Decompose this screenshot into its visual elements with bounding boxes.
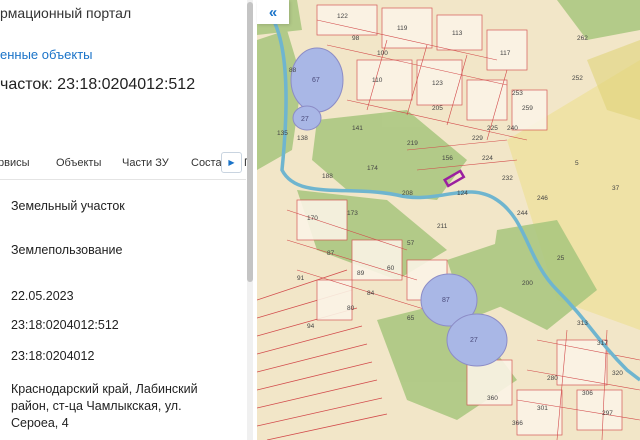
svg-text:87: 87 [442, 297, 450, 304]
svg-text:306: 306 [582, 390, 593, 397]
svg-text:25: 25 [557, 255, 565, 262]
svg-text:174: 174 [367, 165, 378, 172]
svg-text:84: 84 [367, 290, 375, 297]
tab-bar: рвисы Объекты Части ЗУ Соста П [0, 151, 252, 180]
svg-text:280: 280 [547, 375, 558, 382]
svg-text:135: 135 [277, 130, 288, 137]
collapse-panel-button[interactable]: « [257, 0, 289, 24]
svg-text:208: 208 [402, 190, 413, 197]
scrollbar-thumb[interactable] [247, 2, 253, 282]
info-panel: рмационный портал енные объекты часток: … [0, 0, 258, 440]
svg-text:89: 89 [357, 270, 365, 277]
tab-services[interactable]: рвисы [0, 157, 30, 169]
svg-text:262: 262 [577, 35, 588, 42]
svg-text:232: 232 [502, 175, 513, 182]
svg-text:205: 205 [432, 105, 443, 112]
portal-title: рмационный портал [0, 5, 132, 21]
svg-text:224: 224 [482, 155, 493, 162]
svg-text:67: 67 [312, 77, 320, 84]
svg-text:366: 366 [512, 420, 523, 427]
svg-text:188: 188 [322, 173, 333, 180]
tabs-scroll-right-button[interactable]: ▶ [221, 152, 242, 173]
tab-composition[interactable]: Соста [191, 157, 222, 169]
svg-text:240: 240 [507, 125, 518, 132]
parcel-title: часток: 23:18:0204012:512 [0, 76, 196, 93]
svg-text:124: 124 [457, 190, 468, 197]
permitted-use-value: Землепользование [11, 243, 123, 257]
svg-text:37: 37 [612, 185, 620, 192]
svg-text:98: 98 [352, 35, 360, 42]
svg-text:317: 317 [597, 340, 608, 347]
svg-text:244: 244 [517, 210, 528, 217]
svg-text:117: 117 [500, 50, 511, 57]
svg-text:170: 170 [307, 215, 318, 222]
svg-text:60: 60 [387, 265, 395, 272]
selected-objects-link[interactable]: енные объекты [0, 47, 93, 62]
svg-text:65: 65 [407, 315, 415, 322]
double-chevron-left-icon: « [268, 3, 278, 21]
svg-text:211: 211 [437, 223, 448, 230]
svg-text:313: 313 [577, 320, 588, 327]
svg-text:88: 88 [289, 67, 297, 74]
svg-text:156: 156 [442, 155, 453, 162]
svg-text:225: 225 [487, 125, 498, 132]
svg-text:122: 122 [337, 13, 348, 20]
svg-text:94: 94 [307, 323, 315, 330]
object-type-value: Земельный участок [11, 199, 125, 213]
svg-text:219: 219 [407, 140, 418, 147]
svg-text:123: 123 [432, 80, 443, 87]
svg-text:246: 246 [537, 195, 548, 202]
svg-text:27: 27 [470, 337, 478, 344]
svg-text:297: 297 [602, 410, 613, 417]
svg-text:200: 200 [522, 280, 533, 287]
svg-text:110: 110 [372, 77, 383, 84]
address-value: Краснодарский край, Лабинский район, ст-… [11, 382, 198, 430]
cadastral-number-value: 23:18:0204012:512 [11, 318, 119, 332]
svg-text:259: 259 [522, 105, 533, 112]
quarter-number-value: 23:18:0204012 [11, 349, 95, 363]
map-canvas[interactable]: 122 119 113 117 110 123 5 37 88 135 138 … [257, 0, 640, 440]
tab-parts[interactable]: Части ЗУ [122, 157, 169, 169]
cadastral-map[interactable]: 122 119 113 117 110 123 5 37 88 135 138 … [257, 0, 640, 440]
svg-text:320: 320 [612, 370, 623, 377]
tab-objects[interactable]: Объекты [56, 157, 101, 169]
svg-text:57: 57 [407, 240, 415, 247]
svg-text:141: 141 [352, 125, 363, 132]
svg-text:100: 100 [377, 50, 388, 57]
chevron-right-icon: ▶ [228, 158, 235, 167]
svg-text:27: 27 [301, 116, 309, 123]
svg-text:80: 80 [347, 305, 355, 312]
svg-text:360: 360 [487, 395, 498, 402]
svg-text:252: 252 [572, 75, 583, 82]
svg-text:5: 5 [575, 160, 579, 167]
svg-text:253: 253 [512, 90, 523, 97]
svg-text:173: 173 [347, 210, 358, 217]
svg-text:301: 301 [537, 405, 548, 412]
svg-text:119: 119 [397, 25, 408, 32]
panel-scrollbar[interactable] [247, 0, 253, 440]
svg-text:113: 113 [452, 30, 463, 37]
svg-text:87: 87 [327, 250, 335, 257]
svg-text:229: 229 [472, 135, 483, 142]
date-value: 22.05.2023 [11, 289, 74, 303]
svg-text:138: 138 [297, 135, 308, 142]
svg-text:91: 91 [297, 275, 305, 282]
